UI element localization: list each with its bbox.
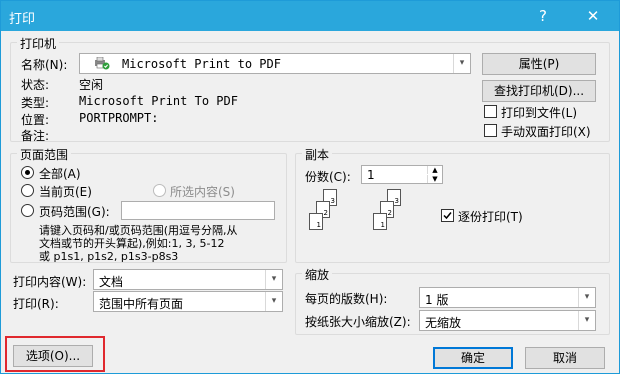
type-value: Microsoft Print To PDF [79,94,238,108]
page-range-current-label[interactable]: 当前页(E) [39,183,92,200]
collate-illustration-icon: 3 2 1 3 2 1 [303,189,433,249]
pages-per-sheet-dropdown[interactable]: 1 版 ▾ [419,287,596,308]
find-printer-button[interactable]: 查找打印机(D)... [482,80,596,102]
page-range-pages-label[interactable]: 页码范围(G): [39,203,110,220]
chevron-down-icon: ▾ [578,288,595,307]
page-range-selection-radio[interactable] [153,184,166,197]
page-range-group-label: 页面范围 [17,146,72,163]
copies-count-value: 1 [367,168,375,182]
printer-name-dropdown[interactable]: Microsoft Print to PDF ▾ [79,53,471,74]
status-value: 空闲 [79,78,104,92]
print-dropdown[interactable]: 范围中所有页面 ▾ [93,291,283,312]
dialog-title: 打印 [9,12,36,27]
print-label: 打印(R): [13,297,59,311]
print-to-file-checkbox[interactable] [484,105,497,118]
copies-count-label: 份数(C): [305,170,351,184]
scale-to-paper-value: 无缩放 [425,316,462,330]
copies-group-label: 副本 [302,146,333,163]
printer-name-label: 名称(N): [21,58,68,72]
chevron-down-icon: ▾ [265,292,282,311]
zoom-group-label: 缩放 [302,266,333,283]
page-range-all-radio[interactable] [21,166,34,179]
printer-name-value: Microsoft Print to PDF [122,57,281,71]
location-label: 位置: [21,113,50,127]
print-to-file-label[interactable]: 打印到文件(L) [501,104,577,121]
scale-to-paper-label: 按纸张大小缩放(Z): [305,315,411,329]
page-range-all-label[interactable]: 全部(A) [39,165,81,182]
title-bar: 打印 ? ✕ [1,1,619,31]
scale-to-paper-dropdown[interactable]: 无缩放 ▾ [419,310,596,331]
close-button[interactable]: ✕ [571,1,615,31]
manual-duplex-label[interactable]: 手动双面打印(X) [501,123,591,140]
copies-count-spinner[interactable]: 1 ▲ ▼ [361,165,443,184]
highlight-box [5,336,105,372]
chevron-down-icon: ▾ [453,54,470,73]
status-label: 状态: [21,78,50,92]
properties-button[interactable]: 属性(P) [482,53,596,75]
page-range-pages-radio[interactable] [21,204,34,217]
page-range-selection-label[interactable]: 所选内容(S) [170,183,235,200]
print-dialog: 打印 ? ✕ 打印机 名称(N): Microsoft Print to PDF… [0,0,620,374]
spin-up-icon[interactable]: ▲ [427,166,442,174]
comment-label: 备注: [21,129,50,143]
page-range-current-radio[interactable] [21,184,34,197]
chevron-down-icon: ▾ [265,270,282,289]
collate-label[interactable]: 逐份打印(T) [458,208,523,225]
help-button[interactable]: ? [521,1,565,31]
pages-per-sheet-value: 1 版 [425,293,449,307]
printer-group-label: 打印机 [17,35,60,52]
chevron-down-icon: ▾ [578,311,595,330]
print-value: 范围中所有页面 [99,297,184,311]
cancel-button[interactable]: 取消 [525,347,605,369]
location-value: PORTPROMPT: [79,111,159,125]
pages-per-sheet-label: 每页的版数(H): [305,292,388,306]
page-range-hint-line3: 或 p1s1, p1s2, p1s3-p8s3 [39,250,179,263]
type-label: 类型: [21,96,50,110]
ok-button[interactable]: 确定 [433,347,513,369]
printer-icon [94,56,110,70]
print-what-label: 打印内容(W): [13,275,87,289]
print-what-dropdown[interactable]: 文档 ▾ [93,269,283,290]
print-what-value: 文档 [99,275,124,289]
page-range-input[interactable] [121,201,275,220]
spin-down-icon[interactable]: ▼ [427,175,442,183]
collate-checkbox[interactable] [441,209,454,222]
manual-duplex-checkbox[interactable] [484,124,497,137]
